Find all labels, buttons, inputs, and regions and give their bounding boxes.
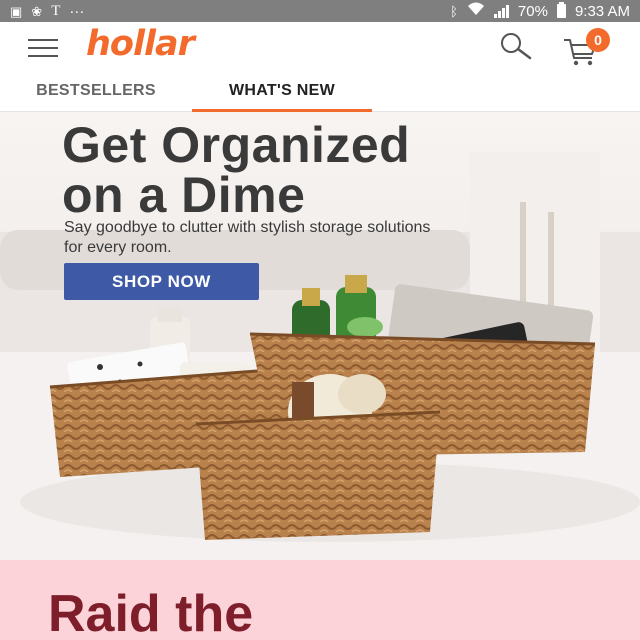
status-time: 9:33 AM: [574, 2, 630, 20]
status-left: ▣ ❀ T ···: [10, 3, 84, 20]
pinwheel-icon: ❀: [31, 3, 43, 19]
wifi-icon: [467, 2, 485, 20]
status-right: ᛒ 70% 9:33 AM: [450, 2, 630, 20]
search-button[interactable]: [496, 30, 536, 64]
search-icon: [501, 33, 532, 60]
image-icon: ▣: [10, 3, 23, 19]
hollar-logo[interactable]: hollar: [86, 24, 195, 64]
shop-now-button[interactable]: SHOP NOW: [64, 263, 259, 300]
category-tabs: BESTSELLERS WHAT'S NEW: [0, 72, 640, 112]
tab-bestsellers[interactable]: BESTSELLERS: [0, 72, 192, 112]
cart-button[interactable]: 0: [560, 26, 620, 68]
hero-title-line1: Get Organized: [62, 117, 411, 173]
cart-count-badge: 0: [586, 28, 610, 52]
menu-button[interactable]: [28, 39, 58, 57]
app-header: hollar 0: [0, 22, 640, 72]
tab-whats-new[interactable]: WHAT'S NEW: [192, 72, 372, 112]
menu-icon: [28, 39, 58, 41]
hero-banner[interactable]: Get Organized on a Dime Say goodbye to c…: [0, 112, 640, 560]
more-notifications: ···: [69, 2, 85, 20]
hero-subtitle: Say goodbye to clutter with stylish stor…: [64, 219, 431, 256]
promo-banner[interactable]: Raid the: [0, 560, 640, 640]
bluetooth-icon: ᛒ: [450, 3, 458, 19]
status-bar: ▣ ❀ T ··· ᛒ 70% 9:33 AM: [0, 0, 640, 22]
signal-icon: [493, 4, 509, 18]
hero-title: Get Organized on a Dime: [62, 120, 410, 220]
battery-percent: 70%: [517, 2, 548, 20]
battery-icon: [556, 2, 566, 18]
hero-title-line2: on a Dime: [62, 167, 306, 223]
promo-title: Raid the: [48, 585, 254, 640]
carrier-label: T: [51, 2, 61, 19]
